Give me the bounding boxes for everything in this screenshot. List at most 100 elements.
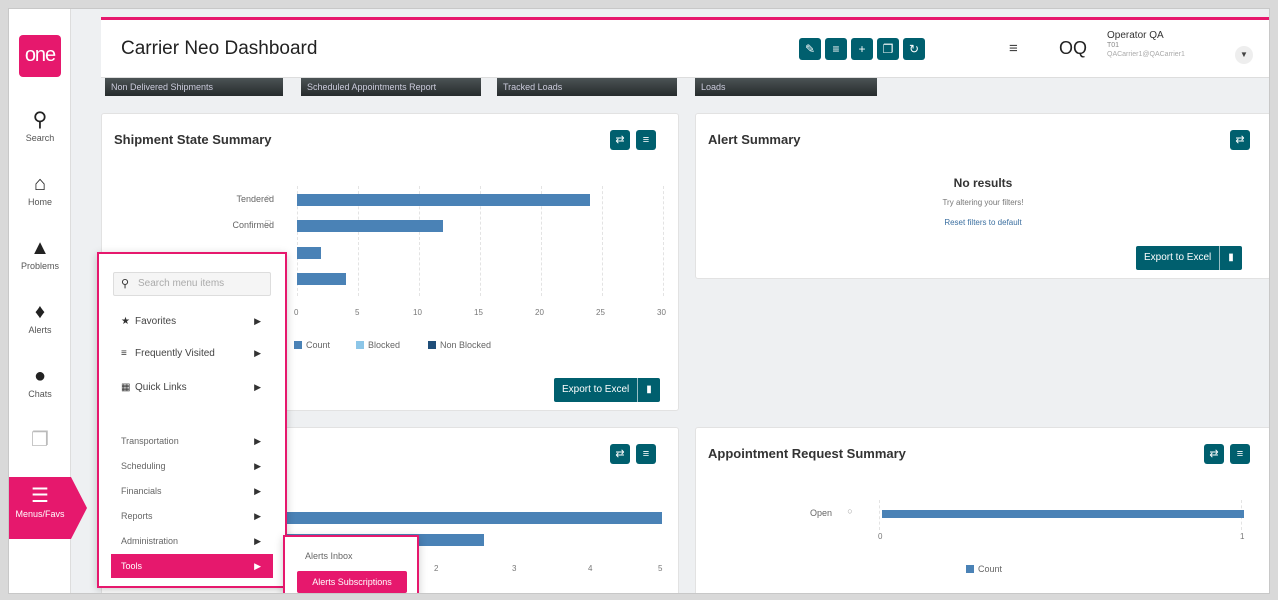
user-dropdown-button[interactable]: ▼ (1235, 46, 1253, 64)
filter-button[interactable]: ⇄ (1230, 130, 1250, 150)
tile-tracked-loads[interactable]: Tracked Loads (497, 78, 677, 96)
expand-circle-icon[interactable]: ○ (844, 506, 856, 516)
legend-label: Count (978, 564, 1003, 574)
add-button[interactable]: + (851, 38, 873, 60)
nav-chats[interactable]: ● Chats (9, 357, 71, 413)
filter-button[interactable]: ⇄ (610, 130, 630, 150)
tile-label: Tracked Loads (503, 82, 563, 92)
menu-item-financials[interactable]: Financials ▶ (121, 486, 261, 496)
hamburger-icon[interactable]: ≡ (1009, 40, 1018, 57)
x-tick: 3 (512, 564, 517, 573)
x-tick: 0 (294, 308, 299, 317)
x-tick: 15 (474, 308, 483, 317)
search-placeholder: Search menu items (138, 278, 225, 289)
menu-label: Financials (121, 486, 162, 496)
bar-tendered[interactable] (297, 194, 590, 206)
menu-label: Quick Links (135, 382, 187, 393)
tile-label: Scheduled Appointments Report (307, 82, 437, 92)
menu-label: Reports (121, 511, 153, 521)
chevron-right-icon: ▶ (254, 382, 261, 392)
bar[interactable] (297, 247, 321, 259)
x-tick: 20 (535, 308, 544, 317)
menu-label: Scheduling (121, 461, 166, 471)
nav-menus-favs[interactable]: ☰ Menus/Favs (9, 477, 71, 539)
list-button[interactable]: ≡ (825, 38, 847, 60)
menu-item-quick-links[interactable]: ▦ Quick Links ▶ (121, 382, 261, 393)
tile-loads[interactable]: Loads (695, 78, 877, 96)
gridline (879, 500, 880, 530)
chevron-right-icon: ▶ (254, 348, 261, 358)
x-tick: 5 (355, 308, 360, 317)
divider (1219, 246, 1221, 270)
legend-blocked[interactable]: Blocked (356, 340, 400, 350)
nav-label: Menus/Favs (15, 509, 65, 519)
menu-item-administration[interactable]: Administration ▶ (121, 536, 261, 546)
menu-item-frequently-visited[interactable]: ≡ Frequently Visited ▶ (121, 348, 261, 359)
legend-swatch (356, 341, 364, 349)
nav-home[interactable]: ⌂ Home (9, 165, 71, 221)
plus-icon: + (858, 42, 866, 56)
x-tick: 10 (413, 308, 422, 317)
details-button[interactable]: ≡ (1230, 444, 1250, 464)
filter-button[interactable]: ⇄ (1204, 444, 1224, 464)
legend-label: Non Blocked (440, 340, 492, 350)
x-tick: 5 (658, 564, 663, 573)
list-icon: ≡ (1236, 448, 1244, 460)
menu-item-transportation[interactable]: Transportation ▶ (121, 436, 261, 446)
sliders-icon: ⇄ (1209, 448, 1219, 460)
legend-count[interactable]: Count (966, 564, 1002, 574)
menu-item-reports[interactable]: Reports ▶ (121, 511, 261, 521)
avatar[interactable]: OQ (1059, 38, 1087, 59)
export-to-excel-button[interactable]: Export to Excel ▮ (554, 378, 660, 402)
alerts-subscriptions-item[interactable]: Alerts Subscriptions (297, 571, 407, 593)
export-label: Export to Excel (1144, 252, 1212, 263)
tile-non-delivered[interactable]: Non Delivered Shipments (105, 78, 283, 96)
chevron-right-icon: ▶ (254, 461, 261, 471)
menu-item-scheduling[interactable]: Scheduling ▶ (121, 461, 261, 471)
bar-open[interactable] (882, 510, 1244, 518)
menu-search-input[interactable]: ⚲ Search menu items (113, 272, 271, 296)
x-tick: 0 (878, 532, 883, 541)
appointment-request-widget: Appointment Request Summary ⇄ ≡ Open ○ 0… (695, 427, 1269, 593)
nav-search[interactable]: ⚲ Search (9, 101, 71, 157)
tile-scheduled-appointments[interactable]: Scheduled Appointments Report (301, 78, 481, 96)
chevron-right-icon: ▶ (254, 561, 261, 571)
search-icon: ⚲ (32, 109, 48, 131)
filter-button[interactable]: ⇄ (610, 444, 630, 464)
menu-item-favorites[interactable]: ★ Favorites ▶ (121, 316, 261, 327)
details-button[interactable]: ≡ (636, 130, 656, 150)
reset-filters-link[interactable]: Reset filters to default (696, 218, 1269, 227)
hint-text: Try altering your filters! (942, 198, 1024, 207)
menu-label: Transportation (121, 436, 179, 446)
nav-label: Problems (20, 261, 59, 271)
details-button[interactable]: ≡ (636, 444, 656, 464)
gridline (663, 186, 664, 296)
widget-title: Alert Summary (708, 132, 801, 147)
menu-item-tools[interactable]: Tools ▶ (111, 554, 273, 578)
sliders-icon: ⇄ (1235, 134, 1245, 146)
nav-problems[interactable]: ▲ Problems (9, 229, 71, 285)
legend-count[interactable]: Count (294, 340, 330, 350)
calendar-icon: ▦ (121, 382, 131, 393)
x-tick: 4 (588, 564, 593, 573)
user-name: Operator QA (1107, 30, 1164, 41)
chat-icon: ● (33, 365, 47, 387)
gridline (602, 186, 603, 296)
edit-button[interactable]: ✎ (799, 38, 821, 60)
nav-copy[interactable]: ❐ (9, 421, 71, 477)
export-to-excel-button[interactable]: Export to Excel ▮ (1136, 246, 1242, 270)
expand-circle-icon[interactable]: ○ (262, 192, 274, 202)
legend-label: Count (306, 340, 331, 350)
nav-alerts[interactable]: ♦ Alerts (9, 293, 71, 349)
expand-square-icon[interactable]: □ (262, 218, 274, 228)
home-icon: ⌂ (33, 173, 47, 195)
alert-summary-widget: Alert Summary ⇄ No results Try altering … (695, 113, 1269, 279)
duplicate-button[interactable]: ❐ (877, 38, 899, 60)
sliders-icon: ⇄ (615, 448, 625, 460)
bar[interactable] (297, 273, 346, 285)
refresh-button[interactable]: ↻ (903, 38, 925, 60)
bar-confirmed[interactable] (297, 220, 443, 232)
one-logo[interactable]: one (19, 35, 61, 77)
legend-non-blocked[interactable]: Non Blocked (428, 340, 491, 350)
alerts-inbox-item[interactable]: Alerts Inbox (305, 551, 353, 561)
